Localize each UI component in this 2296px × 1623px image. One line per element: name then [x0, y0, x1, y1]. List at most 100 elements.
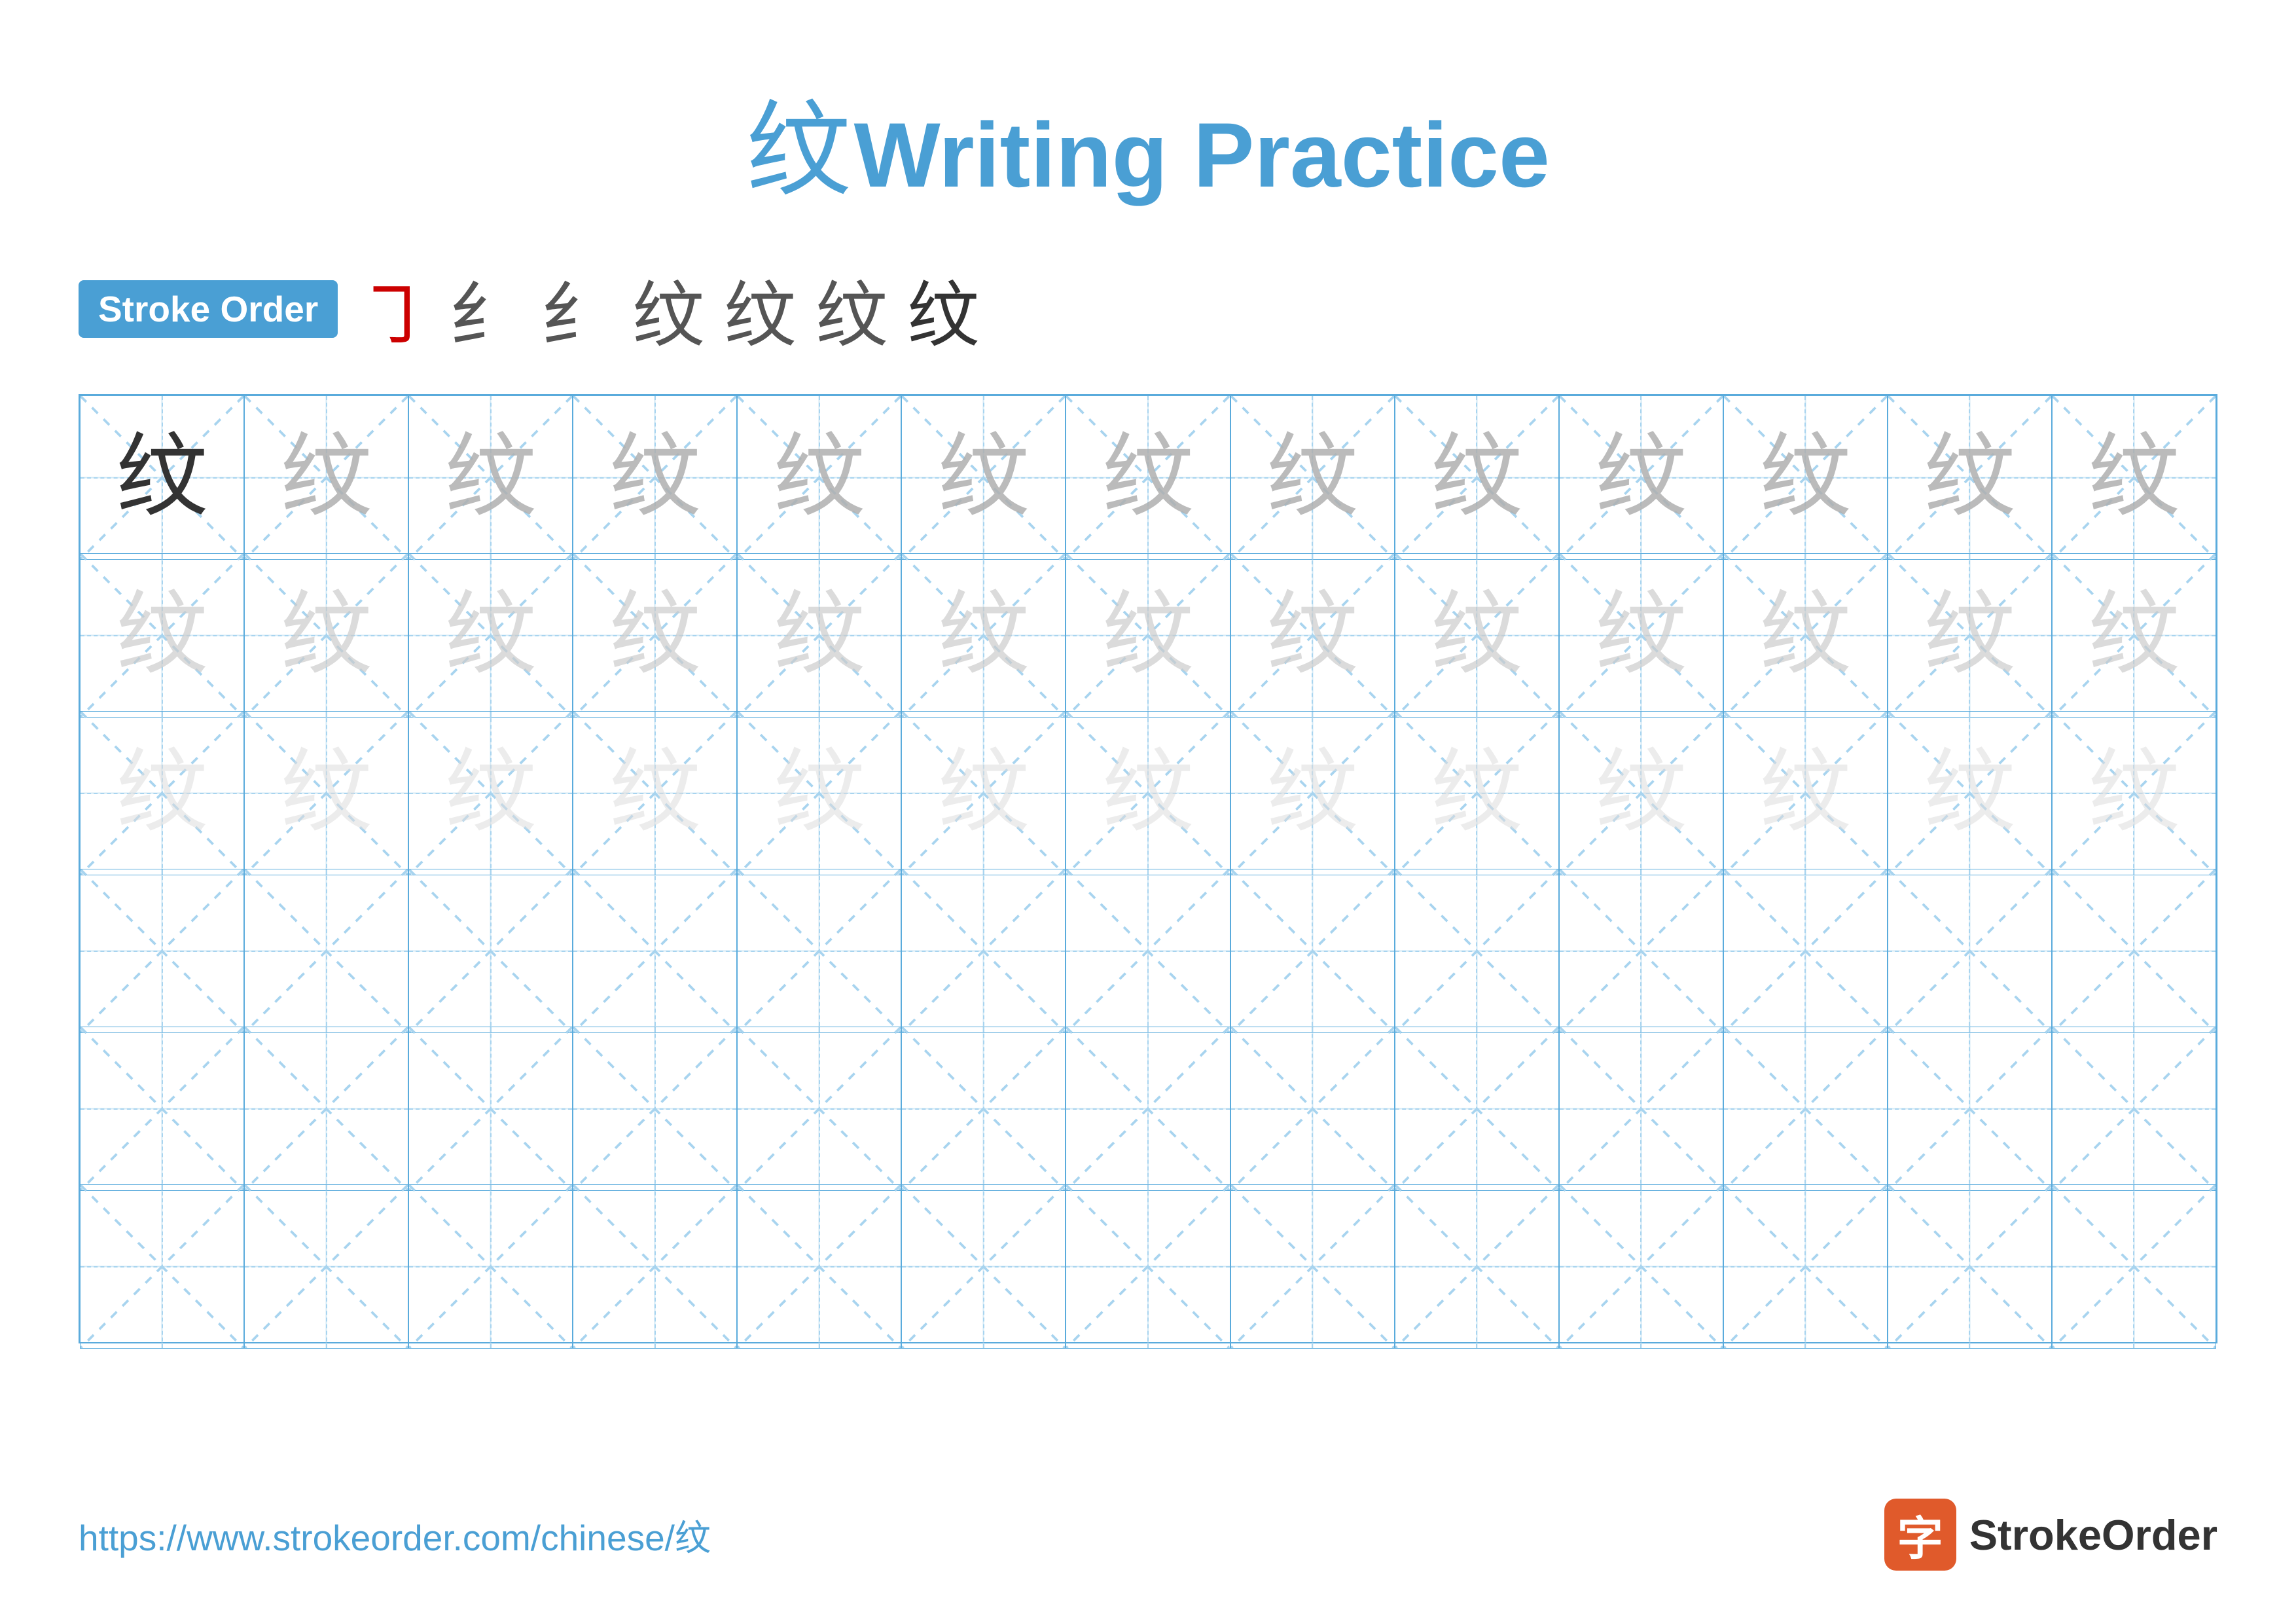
grid-cell[interactable]: 纹	[244, 395, 408, 560]
grid-cell[interactable]	[1559, 1027, 1723, 1191]
grid-cell[interactable]	[2052, 1027, 2216, 1191]
practice-grid: 纹 纹 纹 纹 纹 纹 纹 纹	[79, 394, 2217, 1343]
grid-cell[interactable]	[1723, 1027, 1888, 1191]
grid-character: 纹	[774, 748, 865, 839]
grid-cell[interactable]: 纹	[1559, 395, 1723, 560]
grid-character: 纹	[1266, 748, 1358, 839]
grid-cell[interactable]	[1230, 1027, 1395, 1191]
grid-cell[interactable]	[408, 869, 573, 1033]
grid-cell[interactable]: 纹	[901, 711, 1066, 875]
grid-cell[interactable]	[1395, 1184, 1559, 1349]
grid-cell[interactable]	[1395, 869, 1559, 1033]
grid-cell[interactable]: 纹	[408, 395, 573, 560]
grid-cell[interactable]	[1230, 869, 1395, 1033]
grid-cell[interactable]	[1888, 1027, 2052, 1191]
grid-character: 纹	[1595, 748, 1687, 839]
grid-cell[interactable]: 纹	[408, 553, 573, 718]
grid-cell[interactable]: 纹	[1723, 711, 1888, 875]
grid-character: 纹	[2088, 748, 2179, 839]
grid-cell[interactable]	[901, 1027, 1066, 1191]
stroke-order-badge: Stroke Order	[79, 280, 338, 338]
grid-cell[interactable]	[80, 869, 244, 1033]
grid-cell[interactable]: 纹	[1395, 711, 1559, 875]
grid-cell[interactable]: 纹	[80, 395, 244, 560]
grid-cell[interactable]: 纹	[737, 553, 901, 718]
grid-cell[interactable]	[737, 869, 901, 1033]
grid-cell[interactable]: 纹	[1559, 553, 1723, 718]
grid-character: 纹	[281, 590, 372, 682]
grid-cell[interactable]	[1066, 1027, 1230, 1191]
grid-cell[interactable]: 纹	[1723, 395, 1888, 560]
grid-character: 纹	[1431, 432, 1522, 524]
grid-cell[interactable]	[1066, 1184, 1230, 1349]
grid-cell[interactable]: 纹	[1230, 711, 1395, 875]
grid-cell[interactable]: 纹	[1888, 395, 2052, 560]
grid-cell[interactable]: 纹	[1395, 395, 1559, 560]
grid-cell[interactable]	[737, 1184, 901, 1349]
grid-cell[interactable]	[1230, 1184, 1395, 1349]
grid-cell[interactable]	[1559, 869, 1723, 1033]
page-title: 纹 Writing Practice	[79, 65, 2217, 217]
grid-cell[interactable]	[408, 1027, 573, 1191]
grid-character: 纹	[938, 432, 1030, 524]
grid-cell[interactable]	[1066, 869, 1230, 1033]
grid-cell[interactable]: 纹	[1230, 553, 1395, 718]
grid-cell[interactable]	[737, 1027, 901, 1191]
grid-cell[interactable]: 纹	[1888, 711, 2052, 875]
grid-cell[interactable]: 纹	[244, 553, 408, 718]
grid-cell[interactable]: 纹	[1230, 395, 1395, 560]
footer-logo-icon: 字	[1884, 1499, 1956, 1571]
grid-cell[interactable]	[1395, 1027, 1559, 1191]
grid-cell[interactable]	[573, 1184, 737, 1349]
title-chinese-char: 纹	[746, 93, 851, 210]
grid-cell[interactable]: 纹	[2052, 711, 2216, 875]
grid-cell[interactable]: 纹	[80, 711, 244, 875]
grid-cell[interactable]: 纹	[1066, 395, 1230, 560]
grid-cell[interactable]	[244, 1184, 408, 1349]
grid-cell[interactable]: 纹	[244, 711, 408, 875]
grid-cell[interactable]: 纹	[1888, 553, 2052, 718]
grid-cell[interactable]: 纹	[573, 395, 737, 560]
grid-cell[interactable]	[1559, 1184, 1723, 1349]
grid-cell[interactable]: 纹	[1723, 553, 1888, 718]
grid-cell[interactable]: 纹	[737, 711, 901, 875]
grid-cell[interactable]: 纹	[573, 553, 737, 718]
grid-cell[interactable]: 纹	[1395, 553, 1559, 718]
grid-cell[interactable]: 纹	[901, 395, 1066, 560]
grid-character: 纹	[1759, 432, 1851, 524]
grid-cell[interactable]: 纹	[1066, 553, 1230, 718]
grid-cell[interactable]: 纹	[573, 711, 737, 875]
grid-character: 纹	[1266, 432, 1358, 524]
grid-cell[interactable]: 纹	[2052, 553, 2216, 718]
grid-cell[interactable]: 纹	[1066, 711, 1230, 875]
grid-cell[interactable]: 纹	[1559, 711, 1723, 875]
grid-cell[interactable]	[573, 869, 737, 1033]
grid-cell[interactable]: 纹	[2052, 395, 2216, 560]
grid-cell[interactable]	[2052, 1184, 2216, 1349]
grid-cell[interactable]	[1723, 1184, 1888, 1349]
stroke-order-row: Stroke Order ㇆ 纟 纟 纹 纹 纹 纹	[79, 257, 2217, 361]
grid-cell[interactable]	[244, 1027, 408, 1191]
grid-cell[interactable]	[1888, 1184, 2052, 1349]
grid-character: 纹	[117, 432, 208, 524]
grid-cell[interactable]: 纹	[408, 711, 573, 875]
grid-cell[interactable]	[80, 1184, 244, 1349]
grid-cell[interactable]	[2052, 869, 2216, 1033]
grid-character: 纹	[1759, 748, 1851, 839]
grid-cell[interactable]	[244, 869, 408, 1033]
grid-cell[interactable]	[901, 1184, 1066, 1349]
grid-cell[interactable]: 纹	[901, 553, 1066, 718]
grid-cell[interactable]	[901, 869, 1066, 1033]
grid-cell[interactable]	[408, 1184, 573, 1349]
stroke-step-6: 纹	[816, 257, 888, 361]
grid-character: 纹	[1595, 432, 1687, 524]
title-english-text: Writing Practice	[854, 103, 1550, 206]
grid-character: 纹	[1431, 590, 1522, 682]
grid-cell[interactable]: 纹	[737, 395, 901, 560]
grid-cell[interactable]: 纹	[80, 553, 244, 718]
grid-cell[interactable]	[1888, 869, 2052, 1033]
grid-cell[interactable]	[80, 1027, 244, 1191]
grid-cell[interactable]	[573, 1027, 737, 1191]
grid-cell[interactable]	[1723, 869, 1888, 1033]
stroke-step-3: 纟	[541, 257, 613, 361]
